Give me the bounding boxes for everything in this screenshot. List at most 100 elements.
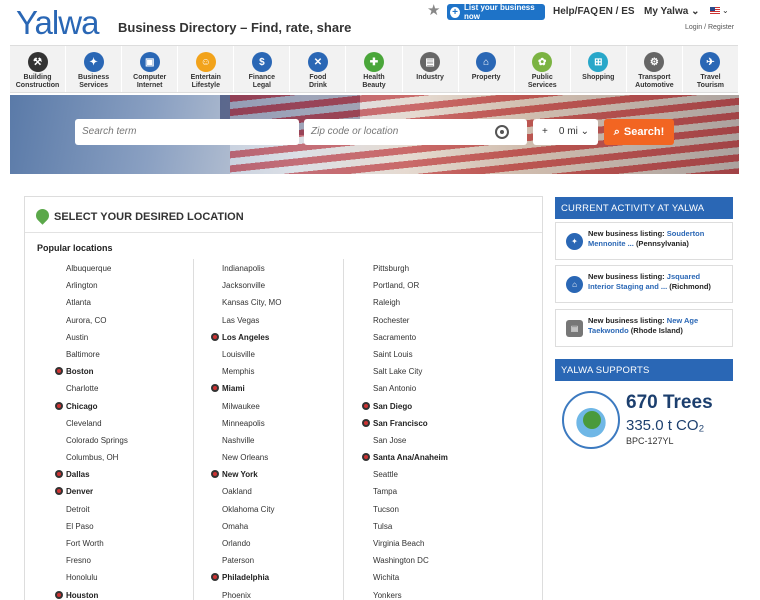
- city-link[interactable]: Houston: [55, 587, 128, 600]
- location-input[interactable]: Zip code or location: [304, 119, 527, 145]
- city-link[interactable]: San Francisco: [362, 415, 448, 432]
- list-business-button[interactable]: + List your business now: [447, 3, 545, 21]
- monitor-icon: ▣: [139, 52, 160, 72]
- city-link[interactable]: Saint Louis: [373, 346, 448, 363]
- city-link[interactable]: Dallas: [55, 466, 128, 483]
- category-label: Shopping: [582, 74, 615, 81]
- radius-select[interactable]: + 0 mi ⌄: [533, 119, 598, 145]
- location-panel: SELECT YOUR DESIRED LOCATION Popular loc…: [24, 196, 543, 600]
- city-link[interactable]: Louisville: [222, 346, 281, 363]
- city-link[interactable]: Detroit: [66, 501, 128, 518]
- city-link[interactable]: Kansas City, MO: [222, 294, 281, 311]
- blue-planet-certificate-logo[interactable]: [562, 391, 620, 449]
- category-item[interactable]: ▤ Industry: [403, 46, 459, 92]
- city-link[interactable]: Columbus, OH: [66, 449, 128, 466]
- activity-item[interactable]: ⌂ New business listing: Jsquared Interior…: [555, 265, 733, 303]
- city-link[interactable]: Aurora, CO: [66, 312, 128, 329]
- search-button[interactable]: ⌕ Search!: [604, 119, 674, 145]
- city-link[interactable]: Cleveland: [66, 415, 128, 432]
- city-link[interactable]: Tucson: [373, 501, 448, 518]
- activity-item[interactable]: ▤ New business listing: New Age Taekwondo…: [555, 309, 733, 347]
- city-link[interactable]: Portland, OR: [373, 277, 448, 294]
- city-link[interactable]: Atlanta: [66, 294, 128, 311]
- city-link[interactable]: Santa Ana/Anaheim: [362, 449, 448, 466]
- city-link[interactable]: Charlotte: [66, 380, 128, 397]
- city-link[interactable]: Washington DC: [373, 552, 448, 569]
- us-flag-icon[interactable]: [710, 7, 720, 14]
- help-faq-link[interactable]: Help/FAQ: [553, 6, 598, 17]
- city-link[interactable]: Salt Lake City: [373, 363, 448, 380]
- city-link[interactable]: Rochester: [373, 312, 448, 329]
- city-link[interactable]: Paterson: [222, 552, 281, 569]
- city-link[interactable]: Wichita: [373, 569, 448, 586]
- city-link[interactable]: Tulsa: [373, 518, 448, 535]
- city-link[interactable]: Seattle: [373, 466, 448, 483]
- category-item[interactable]: ✚ Health Beauty: [346, 46, 403, 92]
- city-link[interactable]: Fort Worth: [66, 535, 128, 552]
- activity-text: New business listing: New Age Taekwondo …: [588, 316, 699, 335]
- category-item[interactable]: $ Finance Legal: [234, 46, 291, 92]
- category-item[interactable]: ⚙ Transport Automotive: [627, 46, 683, 92]
- my-yalwa-menu[interactable]: My Yalwa ⌄: [644, 6, 699, 17]
- city-link[interactable]: Oklahoma City: [222, 501, 281, 518]
- city-link[interactable]: Arlington: [66, 277, 128, 294]
- city-link[interactable]: Los Angeles: [211, 329, 281, 346]
- city-link[interactable]: Nashville: [222, 432, 281, 449]
- city-name: Louisville: [222, 349, 255, 359]
- city-link[interactable]: Orlando: [222, 535, 281, 552]
- category-item[interactable]: ▣ Computer Internet: [122, 46, 179, 92]
- city-link[interactable]: Philadelphia: [211, 569, 281, 586]
- city-link[interactable]: San Jose: [373, 432, 448, 449]
- city-link[interactable]: Honolulu: [66, 569, 128, 586]
- city-link[interactable]: Las Vegas: [222, 312, 281, 329]
- category-item[interactable]: ✦ Business Services: [66, 46, 123, 92]
- city-link[interactable]: Fresno: [66, 552, 128, 569]
- star-icon[interactable]: ★: [427, 1, 440, 19]
- city-link[interactable]: Denver: [55, 483, 128, 500]
- city-link[interactable]: Boston: [55, 363, 128, 380]
- city-link[interactable]: Milwaukee: [222, 398, 281, 415]
- city-link[interactable]: Miami: [211, 380, 281, 397]
- city-link[interactable]: Memphis: [222, 363, 281, 380]
- city-link[interactable]: Sacramento: [373, 329, 448, 346]
- city-link[interactable]: Raleigh: [373, 294, 448, 311]
- city-link[interactable]: Pittsburgh: [373, 260, 448, 277]
- handshake-icon: ✦: [566, 233, 583, 250]
- language-switch[interactable]: EN / ES: [599, 6, 635, 17]
- city-link[interactable]: Phoenix: [222, 587, 281, 600]
- yalwa-logo[interactable]: Yalwa: [16, 4, 99, 42]
- city-link[interactable]: Tampa: [373, 483, 448, 500]
- category-item[interactable]: ☺ Entertain Lifestyle: [178, 46, 235, 92]
- city-link[interactable]: Indianapolis: [222, 260, 281, 277]
- category-item[interactable]: ⌂ Property: [459, 46, 515, 92]
- activity-item[interactable]: ✦ New business listing: Souderton Mennoni…: [555, 222, 733, 260]
- city-link[interactable]: Baltimore: [66, 346, 128, 363]
- category-item[interactable]: ⊞ Shopping: [571, 46, 627, 92]
- locate-me-icon[interactable]: [495, 125, 509, 139]
- city-link[interactable]: Chicago: [55, 398, 128, 415]
- city-link[interactable]: Albuquerque: [66, 260, 128, 277]
- city-name: Jacksonville: [222, 281, 266, 291]
- category-item[interactable]: ✿ Public Services: [515, 46, 571, 92]
- city-link[interactable]: Yonkers: [373, 587, 448, 600]
- category-item[interactable]: ⚒ Building Construction: [10, 46, 67, 92]
- city-link[interactable]: Austin: [66, 329, 128, 346]
- city-link[interactable]: Omaha: [222, 518, 281, 535]
- category-label: Travel Tourism: [696, 74, 725, 89]
- city-name: Tucson: [373, 504, 399, 514]
- category-item[interactable]: ✕ Food Drink: [290, 46, 347, 92]
- category-item[interactable]: ✈ Travel Tourism: [683, 46, 738, 92]
- city-link[interactable]: El Paso: [66, 518, 128, 535]
- chevron-down-icon[interactable]: ⌄: [722, 6, 729, 15]
- city-link[interactable]: Colorado Springs: [66, 432, 128, 449]
- city-link[interactable]: San Diego: [362, 398, 448, 415]
- city-link[interactable]: Oakland: [222, 483, 281, 500]
- search-input[interactable]: Search term: [75, 119, 299, 145]
- login-register-link[interactable]: Login / Register: [685, 24, 734, 31]
- city-link[interactable]: New Orleans: [222, 449, 281, 466]
- city-link[interactable]: Minneapolis: [222, 415, 281, 432]
- city-link[interactable]: Virginia Beach: [373, 535, 448, 552]
- city-link[interactable]: New York: [211, 466, 281, 483]
- city-link[interactable]: Jacksonville: [222, 277, 281, 294]
- city-link[interactable]: San Antonio: [373, 380, 448, 397]
